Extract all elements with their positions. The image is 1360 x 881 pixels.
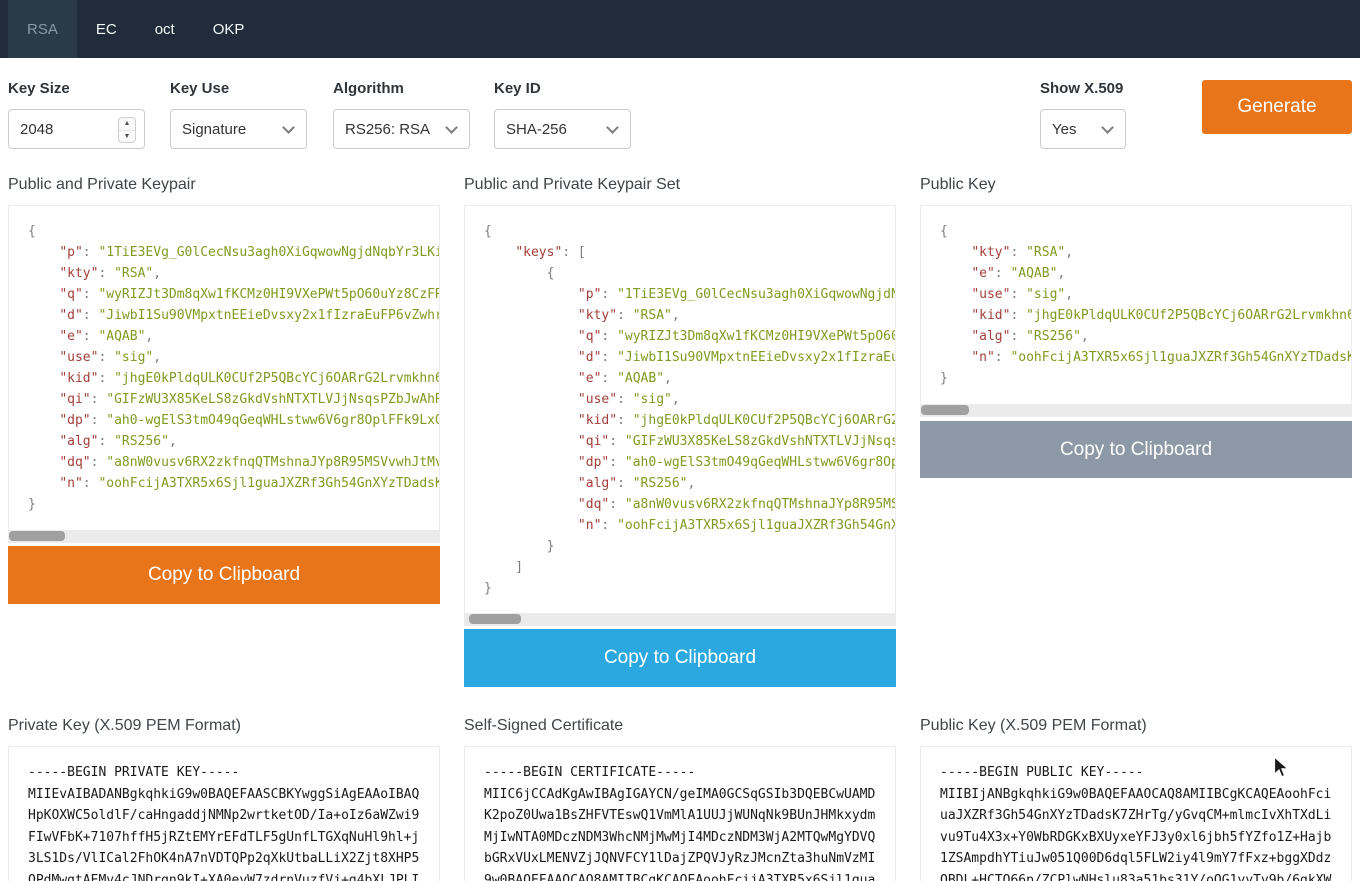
scrollbar-thumb[interactable] <box>469 614 521 624</box>
scrollbar-thumb[interactable] <box>921 405 969 415</box>
key-id-control: Key ID SHA-256 <box>494 80 631 149</box>
public-key-panel-title: Public Key <box>920 176 1352 196</box>
generate-button[interactable]: Generate <box>1202 80 1352 134</box>
keypair-set-panel: Public and Private Keypair Set { "keys":… <box>464 176 896 687</box>
public-key-json: { "kty": "RSA", "e": "AQAB", "use": "sig… <box>921 206 1351 404</box>
key-use-value: Signature <box>182 121 246 138</box>
key-size-input[interactable]: 2048 ▲ ▼ <box>8 109 145 149</box>
private-key-pem-text[interactable]: -----BEGIN PRIVATE KEY----- MIIEvAIBADAN… <box>8 746 440 881</box>
keypair-set-json: { "keys": [ { "p": "1TiE3EVg_G0lCecNsu3a… <box>465 206 895 614</box>
key-use-control: Key Use Signature <box>170 80 307 149</box>
private-key-pem-panel: Private Key (X.509 PEM Format) -----BEGI… <box>8 717 440 881</box>
tab-okp[interactable]: OKP <box>194 0 264 58</box>
keypair-json: { "p": "1TiE3EVg_G0lCecNsu3agh0XiGqwowNg… <box>9 206 439 530</box>
tab-ec[interactable]: EC <box>77 0 136 58</box>
tab-rsa[interactable]: RSA <box>8 0 77 58</box>
key-id-value: SHA-256 <box>506 121 567 138</box>
public-key-code-block[interactable]: { "kty": "RSA", "e": "AQAB", "use": "sig… <box>920 205 1352 417</box>
key-size-spinner[interactable]: ▲ ▼ <box>118 117 136 143</box>
public-key-pem-panel: Public Key (X.509 PEM Format) -----BEGIN… <box>920 717 1352 881</box>
certificate-title: Self-Signed Certificate <box>464 717 896 737</box>
key-size-control: Key Size 2048 ▲ ▼ <box>8 80 145 149</box>
key-id-label: Key ID <box>494 80 631 98</box>
horizontal-scrollbar[interactable] <box>921 404 1351 416</box>
public-key-pem-title: Public Key (X.509 PEM Format) <box>920 717 1352 737</box>
horizontal-scrollbar[interactable] <box>465 613 895 625</box>
algorithm-label: Algorithm <box>333 80 470 98</box>
show-x509-label: Show X.509 <box>1040 80 1126 98</box>
keypair-code-block[interactable]: { "p": "1TiE3EVg_G0lCecNsu3agh0XiGqwowNg… <box>8 205 440 543</box>
keypair-set-code-block[interactable]: { "keys": [ { "p": "1TiE3EVg_G0lCecNsu3a… <box>464 205 896 626</box>
key-use-select[interactable]: Signature <box>170 109 307 149</box>
private-key-pem-title: Private Key (X.509 PEM Format) <box>8 717 440 737</box>
chevron-down-icon <box>282 121 295 134</box>
spinner-down-icon[interactable]: ▼ <box>119 131 135 143</box>
key-size-value: 2048 <box>20 121 53 138</box>
keypair-panel: Public and Private Keypair { "p": "1TiE3… <box>8 176 440 604</box>
copy-public-key-button[interactable]: Copy to Clipboard <box>920 421 1352 478</box>
spinner-up-icon[interactable]: ▲ <box>119 118 135 131</box>
keypair-set-panel-title: Public and Private Keypair Set <box>464 176 896 196</box>
copy-keypair-set-button[interactable]: Copy to Clipboard <box>464 629 896 687</box>
tab-bar: RSA EC oct OKP <box>0 0 1360 58</box>
public-key-panel: Public Key { "kty": "RSA", "e": "AQAB", … <box>920 176 1352 478</box>
show-x509-value: Yes <box>1052 121 1076 138</box>
certificate-panel: Self-Signed Certificate -----BEGIN CERTI… <box>464 717 896 881</box>
horizontal-scrollbar[interactable] <box>9 530 439 542</box>
algorithm-value: RS256: RSA <box>345 121 430 138</box>
key-id-select[interactable]: SHA-256 <box>494 109 631 149</box>
key-size-label: Key Size <box>8 80 145 98</box>
keypair-panel-title: Public and Private Keypair <box>8 176 440 196</box>
algorithm-select[interactable]: RS256: RSA <box>333 109 470 149</box>
chevron-down-icon <box>1101 121 1114 134</box>
copy-keypair-button[interactable]: Copy to Clipboard <box>8 546 440 604</box>
key-use-label: Key Use <box>170 80 307 98</box>
show-x509-select[interactable]: Yes <box>1040 109 1126 149</box>
mouse-cursor <box>1273 756 1290 780</box>
chevron-down-icon <box>606 121 619 134</box>
chevron-down-icon <box>445 121 458 134</box>
algorithm-control: Algorithm RS256: RSA <box>333 80 470 149</box>
show-x509-control: Show X.509 Yes <box>1040 80 1126 149</box>
certificate-text[interactable]: -----BEGIN CERTIFICATE----- MIIC6jCCAdKg… <box>464 746 896 881</box>
tab-oct[interactable]: oct <box>136 0 194 58</box>
scrollbar-thumb[interactable] <box>9 531 65 541</box>
